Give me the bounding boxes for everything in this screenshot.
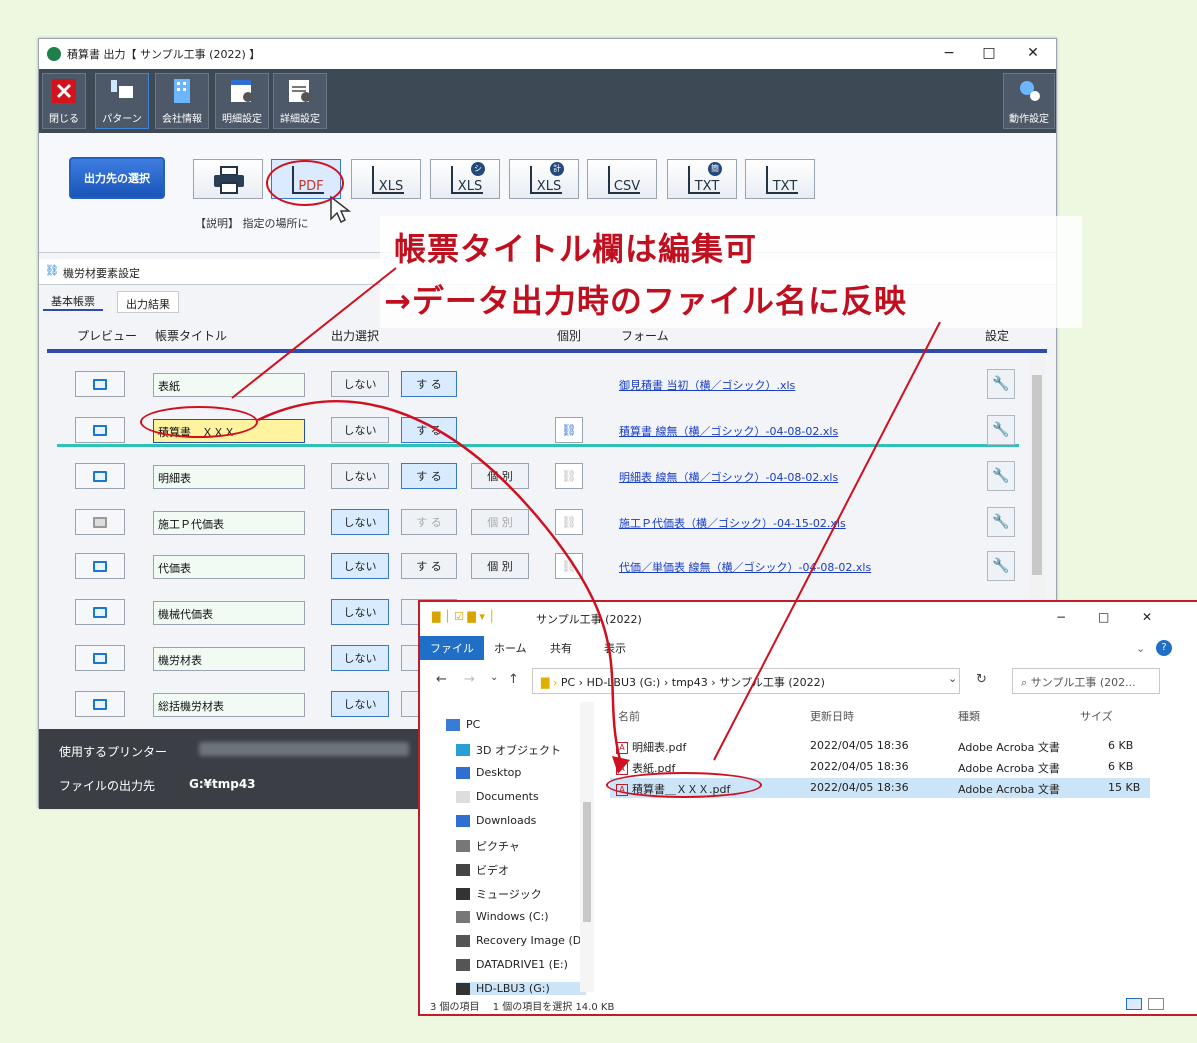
xls-label: XLS [457, 179, 483, 194]
pdf-label: PDF [298, 179, 324, 194]
xls-label: XLS [536, 179, 562, 194]
xls-label: XLS [378, 179, 404, 194]
csv-label: CSV [613, 179, 641, 194]
txt-label: TXT [694, 179, 720, 194]
txt-label: TXT [772, 179, 798, 194]
annotation-arrows [231, 267, 941, 774]
